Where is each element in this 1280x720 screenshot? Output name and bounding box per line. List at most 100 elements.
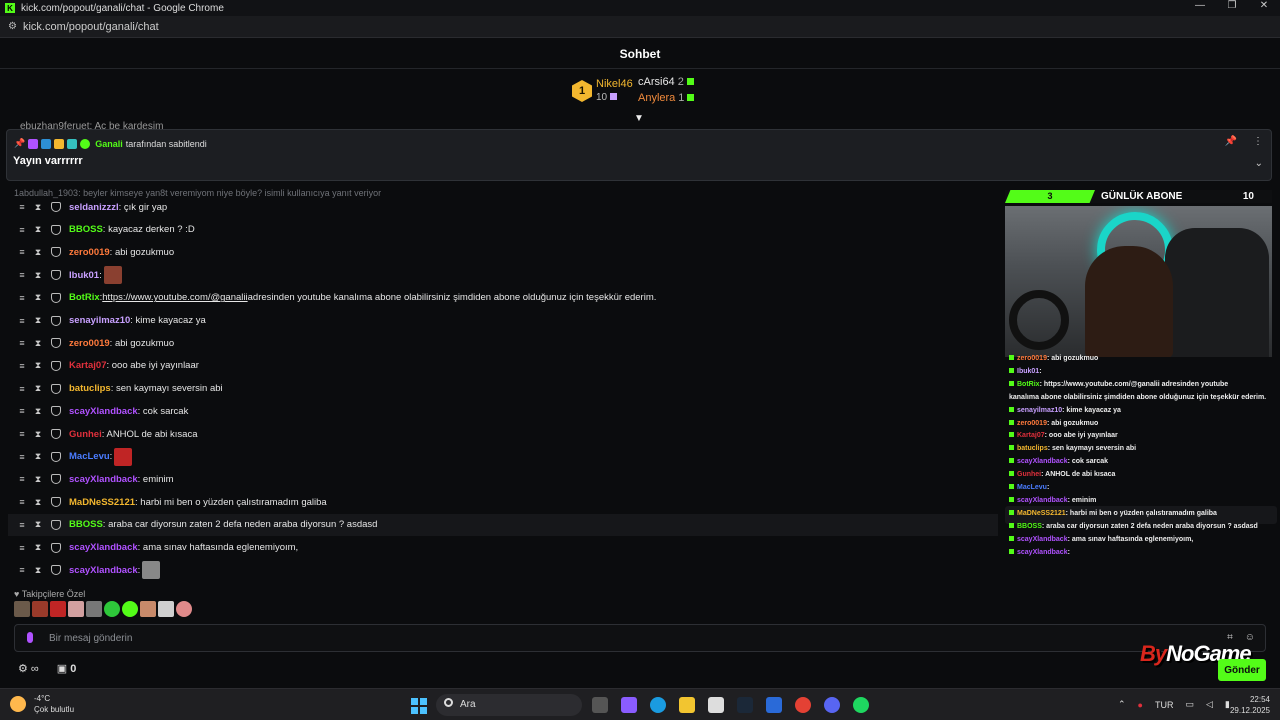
microphone-tray-icon[interactable]: ● <box>1138 700 1143 710</box>
chevron-up-icon[interactable]: ⌃ <box>1118 699 1126 710</box>
chat-message[interactable]: ≡ ⧗ Kartaj07: ooo abe iyi yayınlaar <box>8 355 998 377</box>
chat-username[interactable]: Gunhei <box>69 429 102 440</box>
gifter-second-name[interactable]: cArsi64 <box>638 76 675 88</box>
chat-message-list[interactable]: ≡ ⧗ seldanizzzl: çık gir yap ≡ ⧗ BBOSS: kayac… <box>0 196 1000 586</box>
chat-username[interactable]: zero0019 <box>69 338 110 349</box>
emote-icon[interactable] <box>114 447 133 466</box>
delete-icon[interactable]: ≡ <box>16 497 28 507</box>
emote-icon[interactable] <box>14 601 30 617</box>
timeout-icon[interactable]: ⧗ <box>32 565 44 576</box>
emote-icon[interactable] <box>104 601 120 617</box>
shield-icon[interactable] <box>51 224 61 235</box>
timeout-icon[interactable]: ⧗ <box>32 338 44 349</box>
emote-icon[interactable] <box>32 601 48 617</box>
shield-icon[interactable] <box>51 360 61 371</box>
discord-icon[interactable] <box>824 697 840 713</box>
chat-message[interactable]: ≡ ⧗ scayXlandback: ama sınav haftasında eg… <box>8 537 998 559</box>
spotify-icon[interactable] <box>853 697 869 713</box>
emote-icon[interactable] <box>158 601 174 617</box>
emote-icon[interactable] <box>176 601 192 617</box>
timeout-icon[interactable]: ⧗ <box>32 429 44 440</box>
shield-icon[interactable] <box>51 202 61 212</box>
edge-icon[interactable] <box>650 697 666 713</box>
shield-icon[interactable] <box>51 315 61 326</box>
gifter-third-name[interactable]: Anylera <box>638 92 675 104</box>
timeout-icon[interactable]: ⧗ <box>32 292 44 303</box>
chat-username[interactable]: Ibuk01 <box>69 270 99 281</box>
chat-message[interactable]: ≡ ⧗ MaDNeSS2121: harbi mi ben o yüzden çal… <box>8 491 998 513</box>
timeout-icon[interactable]: ⧗ <box>32 247 44 258</box>
emote-icon[interactable] <box>86 601 102 617</box>
delete-icon[interactable]: ≡ <box>16 384 28 394</box>
chat-message[interactable]: ≡ ⧗ scayXlandback: cok sarcak <box>8 400 998 422</box>
delete-icon[interactable]: ≡ <box>16 474 28 484</box>
chat-message[interactable]: ≡ ⧗ senayilmaz10: kime kayacaz ya <box>8 310 998 332</box>
timeout-icon[interactable]: ⧗ <box>32 315 44 326</box>
delete-icon[interactable]: ≡ <box>16 361 28 371</box>
delete-icon[interactable]: ≡ <box>16 202 28 212</box>
file-explorer-icon[interactable] <box>679 697 695 713</box>
microphone-icon[interactable] <box>27 632 33 643</box>
delete-icon[interactable]: ≡ <box>16 452 28 462</box>
delete-icon[interactable]: ≡ <box>16 406 28 416</box>
chat-username[interactable]: senayilmaz10 <box>69 315 130 326</box>
emote-icon[interactable] <box>142 561 161 580</box>
chat-username[interactable]: BotRix <box>69 292 100 303</box>
shield-icon[interactable] <box>51 451 61 462</box>
delete-icon[interactable]: ≡ <box>16 565 28 575</box>
pinned-author[interactable]: Ganali <box>95 139 123 149</box>
chat-username[interactable]: scayXlandback <box>69 474 138 485</box>
chat-message[interactable]: ≡ ⧗ Gunhei: ANHOL de abi kısaca <box>8 423 998 445</box>
shield-icon[interactable] <box>51 474 61 485</box>
start-icon[interactable] <box>411 698 427 714</box>
shield-icon[interactable] <box>51 542 61 553</box>
emote-icon[interactable] <box>103 266 122 285</box>
chat-message[interactable]: ≡ ⧗ zero0019: abi gozukmuo <box>8 332 998 354</box>
shield-icon[interactable] <box>51 338 61 349</box>
store-icon[interactable] <box>708 697 724 713</box>
shield-icon[interactable] <box>51 247 61 258</box>
chat-message[interactable]: ≡ ⧗ BBOSS: kayacaz derken ? :D <box>8 219 998 241</box>
restore-icon[interactable]: ❐ <box>1216 0 1248 11</box>
delete-icon[interactable]: ≡ <box>16 316 28 326</box>
chat-message[interactable]: ≡ ⧗ batuclips: sen kaymayı seversin abi <box>8 378 998 400</box>
chat-link[interactable]: https://www.youtube.com/@ganalii <box>102 292 247 303</box>
chat-username[interactable]: scayXlandback <box>69 565 138 576</box>
message-input[interactable]: Bir mesaj gönderin ⌗ ☺ <box>14 624 1266 652</box>
timeout-icon[interactable]: ⧗ <box>32 519 44 530</box>
chat-message[interactable]: ≡ ⧗ seldanizzzl: çık gir yap <box>8 196 998 218</box>
address-bar[interactable]: ⚙ kick.com/popout/ganali/chat <box>0 16 1280 38</box>
delete-icon[interactable]: ≡ <box>16 429 28 439</box>
volume-icon[interactable]: ◁ <box>1206 699 1213 710</box>
message-placeholder[interactable]: Bir mesaj gönderin <box>49 633 132 644</box>
close-icon[interactable]: ✕ <box>1248 0 1280 11</box>
chat-username[interactable]: scayXlandback <box>69 406 138 417</box>
chat-message[interactable]: ≡ ⧗ Ibuk01: <box>8 264 998 286</box>
delete-icon[interactable]: ≡ <box>16 293 28 303</box>
shield-icon[interactable] <box>51 292 61 303</box>
emote-icon[interactable] <box>68 601 84 617</box>
shield-icon[interactable] <box>51 383 61 394</box>
site-info-icon[interactable]: ⚙ <box>8 21 17 32</box>
chat-username[interactable]: BBOSS <box>69 519 103 530</box>
timeout-icon[interactable]: ⧗ <box>32 224 44 235</box>
chat-username[interactable]: seldanizzzl <box>69 202 119 213</box>
timeout-icon[interactable]: ⧗ <box>32 497 44 508</box>
chat-username[interactable]: MacLevu <box>69 451 110 462</box>
chat-username[interactable]: Kartaj07 <box>69 360 107 371</box>
chat-username[interactable]: zero0019 <box>69 247 110 258</box>
delete-icon[interactable]: ≡ <box>16 338 28 348</box>
timeout-icon[interactable]: ⧗ <box>32 542 44 553</box>
pinned-message[interactable]: 📌 Ganali tarafından sabitlendi Yayın var… <box>6 129 1272 181</box>
delete-icon[interactable]: ≡ <box>16 270 28 280</box>
mail-icon[interactable] <box>766 697 782 713</box>
timeout-icon[interactable]: ⧗ <box>32 383 44 394</box>
collapse-arrow-icon[interactable]: ▼ <box>634 113 644 124</box>
chat-username[interactable]: MaDNeSS2121 <box>69 497 135 508</box>
chat-username[interactable]: batuclips <box>69 383 111 394</box>
delete-icon[interactable]: ≡ <box>16 247 28 257</box>
task-view-icon[interactable] <box>592 697 608 713</box>
chat-username[interactable]: scayXlandback <box>69 542 138 553</box>
chat-username[interactable]: BBOSS <box>69 224 103 235</box>
copilot-icon[interactable] <box>621 697 637 713</box>
